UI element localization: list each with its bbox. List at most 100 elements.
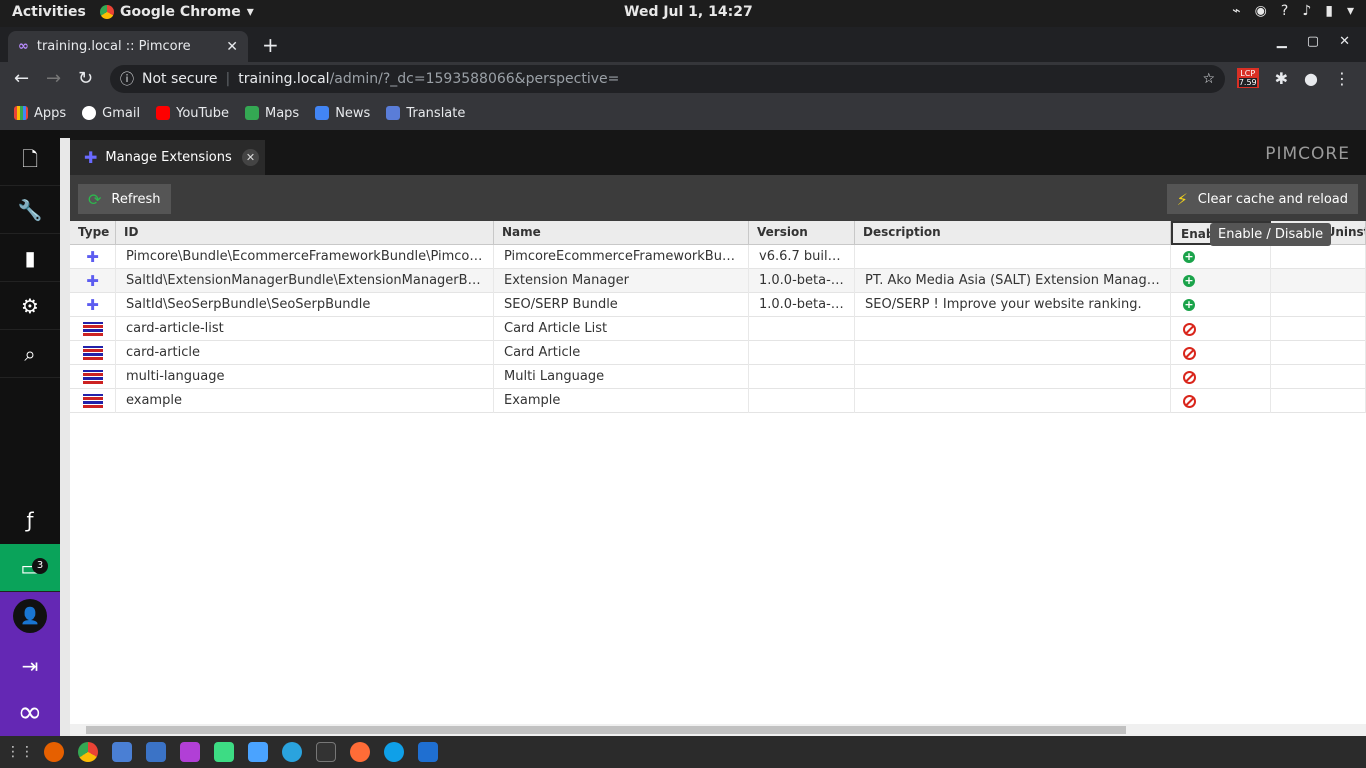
table-row[interactable]: ✚ Pimcore\Bundle\EcommerceFrameworkBundle… [70,245,1366,269]
file-icon[interactable]: 🗋 [0,138,60,186]
logout-icon[interactable]: ⇥ [0,642,60,690]
profile-icon[interactable]: ● [1304,69,1318,88]
bookmark-translate[interactable]: Translate [386,106,465,121]
notifications-button[interactable]: ▭ 3 [0,544,60,592]
panel-splitter[interactable] [60,138,70,736]
phpstorm-icon[interactable] [180,742,200,762]
reload-icon[interactable]: ↻ [78,68,93,89]
table-row[interactable]: card-article-list Card Article List [70,317,1366,341]
cell-name: Card Article [494,341,749,365]
android-studio-icon[interactable] [214,742,234,762]
table-row[interactable]: ✚ SaltId\SeoSerpBundle\SeoSerpBundle SEO/S… [70,293,1366,317]
cell-name: Example [494,389,749,413]
chrome-icon [100,5,114,19]
bookmark-youtube[interactable]: YouTube [156,106,229,121]
chrome-menu-icon[interactable]: ⋮ [1334,69,1350,88]
install-cell [1271,389,1366,413]
table-row[interactable]: multi-language Multi Language [70,365,1366,389]
text-editor-icon[interactable] [146,742,166,762]
tab-close-icon[interactable]: ✕ [226,39,238,55]
brick-icon [70,341,116,365]
cell-version [749,317,855,341]
enable-plus-icon[interactable]: + [1171,245,1271,269]
search-icon[interactable]: ⌕ [0,330,60,378]
bookmark-news[interactable]: News [315,106,370,121]
volume-icon[interactable]: ♪ [1302,3,1311,19]
symfony-icon[interactable]: ƒ [0,496,60,544]
column-header-description[interactable]: Description [855,221,1171,245]
minimize-icon[interactable]: ▁ [1277,34,1287,49]
settings-gear-icon[interactable]: ⚙ [0,282,60,330]
google-icon [82,106,97,120]
table-row[interactable]: ✚ SaltId\ExtensionManagerBundle\Extension… [70,269,1366,293]
column-header-type[interactable]: Type [70,221,116,245]
forward-icon[interactable]: → [46,68,61,89]
system-top-bar: Activities Google Chrome ▾ Wed Jul 1, 14… [0,0,1366,27]
skype-icon[interactable] [384,742,404,762]
url-host: training.local [238,71,330,87]
system-tray: ⌁ ◉ ? ♪ ▮ ▾ [1232,3,1354,19]
tab-close-icon[interactable]: ✕ [242,149,259,166]
firefox-icon[interactable] [44,742,64,762]
cell-id: SaltId\ExtensionManagerBundle\ExtensionM… [116,269,494,293]
bookmark-gmail[interactable]: Gmail [82,106,140,121]
show-apps-icon[interactable]: ⋮⋮ [6,742,34,762]
terminal-icon[interactable] [316,742,336,762]
user-avatar-icon[interactable]: 👤 [0,592,60,640]
postman-icon[interactable] [350,742,370,762]
files-icon[interactable] [112,742,132,762]
brick-icon [70,365,116,389]
column-header-version[interactable]: Version [749,221,855,245]
install-cell [1271,341,1366,365]
bookmark-maps[interactable]: Maps [244,106,299,121]
window-close-icon[interactable]: ✕ [1339,34,1350,49]
bundle-puzzle-icon: ✚ [70,245,116,269]
help-icon[interactable]: ? [1281,3,1288,19]
network-icon[interactable]: ⌁ [1232,3,1240,19]
pimcore-logo-icon[interactable]: ∞ [0,688,60,736]
tab-manage-extensions[interactable]: ✚ Manage Extensions ✕ [70,140,265,175]
lcp-extension-badge[interactable]: LCP 7.59 [1236,68,1259,88]
clock[interactable]: Wed Jul 1, 14:27 [624,4,753,20]
info-icon[interactable]: ⓘ [120,69,134,89]
refresh-button[interactable]: ⟳ Refresh [78,184,171,214]
record-icon[interactable]: ◉ [1255,3,1267,19]
disabled-ban-icon[interactable] [1171,365,1271,389]
git-icon[interactable] [248,742,268,762]
browser-tab[interactable]: ∞ training.local :: Pimcore ✕ [8,31,248,62]
bookmark-star-icon[interactable]: ☆ [1202,71,1215,87]
table-row[interactable]: card-article Card Article [70,341,1366,365]
table-row[interactable]: example Example [70,389,1366,413]
battery-icon[interactable]: ▮ [1325,3,1333,19]
enable-plus-icon[interactable]: + [1171,269,1271,293]
lightning-icon: ⚡ [1176,189,1188,209]
scrollbar-thumb[interactable] [86,726,1126,734]
column-header-id[interactable]: ID [116,221,494,245]
chrome-dock-icon[interactable] [78,742,98,762]
horizontal-scrollbar[interactable] [70,724,1366,736]
install-cell [1271,293,1366,317]
chart-icon[interactable]: ▮ [0,234,60,282]
install-cell [1271,245,1366,269]
telegram-icon[interactable] [282,742,302,762]
back-icon[interactable]: ← [14,68,29,89]
teamviewer-icon[interactable] [418,742,438,762]
clear-cache-button[interactable]: ⚡ Clear cache and reload [1166,184,1358,214]
app-menu[interactable]: Google Chrome ▾ [100,4,254,20]
column-header-name[interactable]: Name [494,221,749,245]
disabled-ban-icon[interactable] [1171,389,1271,413]
pimcore-favicon-icon: ∞ [18,39,29,54]
cell-description: SEO/SERP ! Improve your website ranking. [855,293,1171,317]
enable-plus-icon[interactable]: + [1171,293,1271,317]
system-menu-icon[interactable]: ▾ [1347,3,1354,19]
bookmark-apps[interactable]: Apps [14,106,66,121]
tools-icon[interactable]: 🔧 [0,186,60,234]
refresh-icon: ⟳ [88,189,102,209]
disabled-ban-icon[interactable] [1171,341,1271,365]
address-bar[interactable]: ⓘ Not secure | training.local/admin/?_dc… [110,65,1225,93]
maximize-icon[interactable]: ▢ [1307,34,1319,49]
new-tab-icon[interactable]: + [262,33,279,57]
disabled-ban-icon[interactable] [1171,317,1271,341]
activities-button[interactable]: Activities [12,4,86,20]
extensions-puzzle-icon[interactable]: ✱ [1275,69,1288,88]
